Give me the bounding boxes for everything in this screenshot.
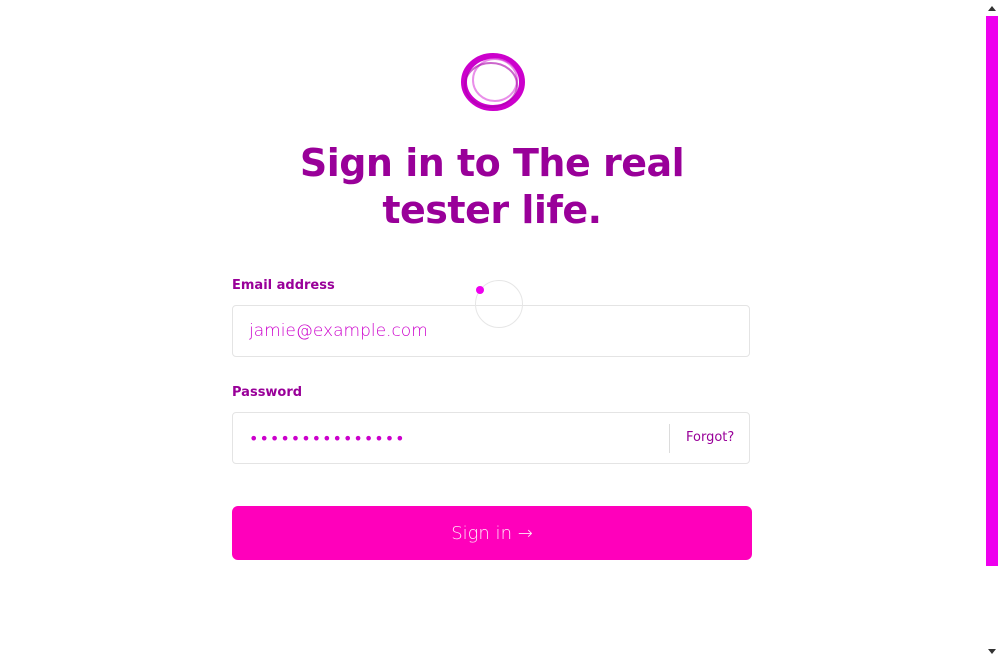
scroll-down-arrow-icon[interactable] [988, 649, 996, 654]
scroll-up-arrow-icon[interactable] [988, 6, 996, 11]
cursor-dot-icon [476, 286, 484, 294]
sign-in-button[interactable]: Sign in → [232, 506, 752, 560]
vertical-scrollbar[interactable] [984, 0, 1000, 660]
forgot-password-link[interactable]: Forgot? [686, 413, 734, 463]
password-field-container: Forgot? [232, 412, 750, 464]
sign-in-page: Sign in to The real tester life. Email a… [0, 0, 984, 660]
page-title: Sign in to The real tester life. [299, 141, 685, 232]
password-label: Password [232, 385, 303, 400]
password-field[interactable] [249, 413, 649, 463]
scrollbar-thumb[interactable] [986, 16, 998, 566]
ring-logo-icon [461, 53, 525, 111]
field-divider [669, 424, 670, 453]
email-label: Email address [232, 278, 335, 293]
